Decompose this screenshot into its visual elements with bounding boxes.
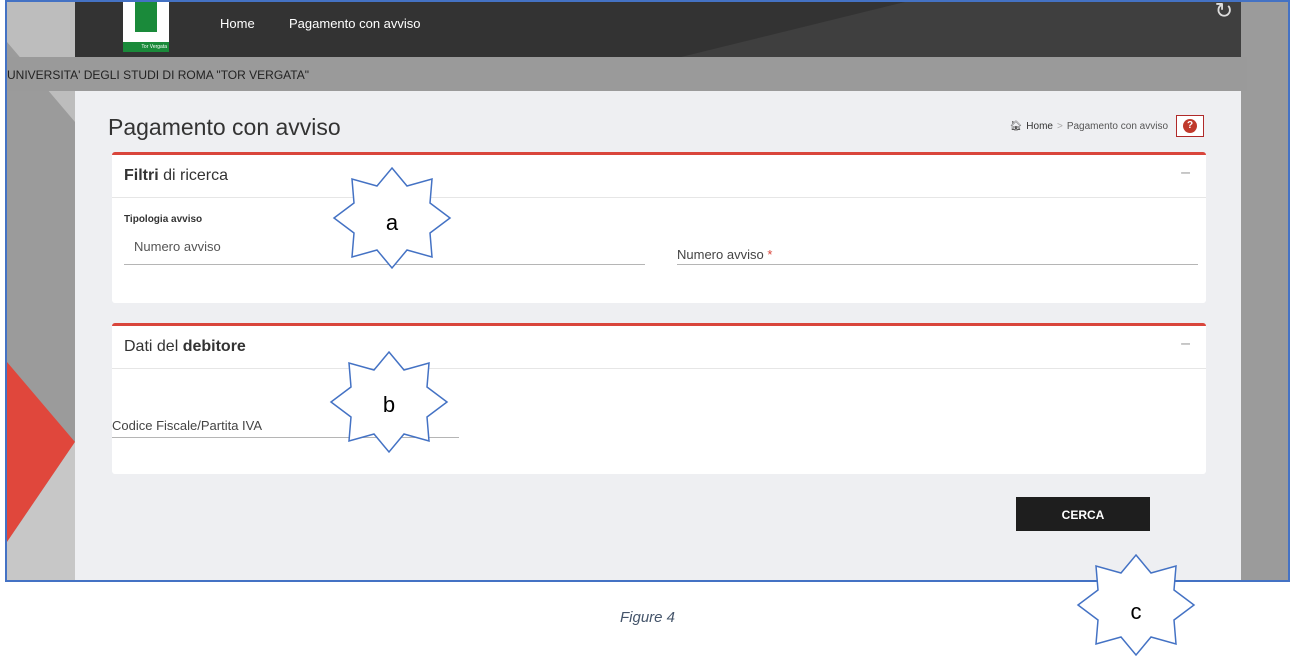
top-navbar: Tor Vergata Home Pagamento con avviso ↻ [75, 2, 1241, 57]
app-window: Tor Vergata Home Pagamento con avviso ↻ … [7, 2, 1247, 580]
annotation-label-b: b [383, 392, 395, 417]
figure-caption: Figure 4 [619, 609, 676, 626]
filters-card: Filtri di ricerca – Tipologia avviso Num… [112, 152, 1206, 303]
breadcrumb-current: Pagamento con avviso [1066, 120, 1168, 132]
breadcrumb-separator: > [1056, 120, 1063, 132]
annotation-star-b: b [329, 350, 449, 454]
tipologia-select[interactable]: Numero avviso [134, 239, 221, 254]
university-bar: UNIVERSITA' DEGLI STUDI DI ROMA "TOR VER… [7, 57, 1247, 91]
debtor-card-title: Dati del debitore [124, 338, 246, 355]
page-title: Pagamento con avviso [108, 114, 341, 140]
annotation-star-c: c [1076, 553, 1196, 657]
codice-fiscale-input[interactable]: Codice Fiscale/Partita IVA [112, 418, 262, 433]
breadcrumb: 🏠︎ Home > Pagamento con avviso ? [1010, 115, 1204, 137]
home-icon: 🏠︎ [1009, 120, 1023, 132]
question-icon: ? [1183, 119, 1197, 133]
numero-avviso-underline [677, 264, 1198, 265]
logo-text: Tor Vergata [123, 42, 169, 52]
help-button[interactable]: ? [1176, 115, 1204, 137]
annotation-star-a: a [332, 166, 452, 270]
nav-pagamento-link[interactable]: Pagamento con avviso [289, 16, 421, 31]
screenshot-frame: Tor Vergata Home Pagamento con avviso ↻ … [5, 0, 1290, 582]
breadcrumb-home[interactable]: Home [1026, 121, 1053, 132]
nav-home-link[interactable]: Home [220, 16, 255, 31]
filters-card-header[interactable]: Filtri di ricerca – [112, 155, 1206, 198]
navbar-stripe [681, 2, 1241, 57]
university-logo[interactable]: Tor Vergata [123, 2, 169, 52]
filters-card-title: Filtri di ricerca [124, 167, 229, 184]
numero-avviso-input[interactable]: Numero avviso * [677, 247, 772, 262]
search-button[interactable]: CERCA [1016, 497, 1150, 531]
debtor-card: Dati del debitore – Codice Fiscale/Parti… [112, 323, 1206, 474]
tipologia-label: Tipologia avviso [124, 214, 203, 225]
debtor-card-header[interactable]: Dati del debitore – [112, 326, 1206, 369]
annotation-label-a: a [386, 210, 399, 235]
collapse-icon[interactable]: – [1181, 164, 1190, 182]
collapse-icon[interactable]: – [1181, 335, 1190, 353]
refresh-icon[interactable]: ↻ [1215, 2, 1233, 24]
university-name: UNIVERSITA' DEGLI STUDI DI ROMA "TOR VER… [7, 68, 309, 82]
